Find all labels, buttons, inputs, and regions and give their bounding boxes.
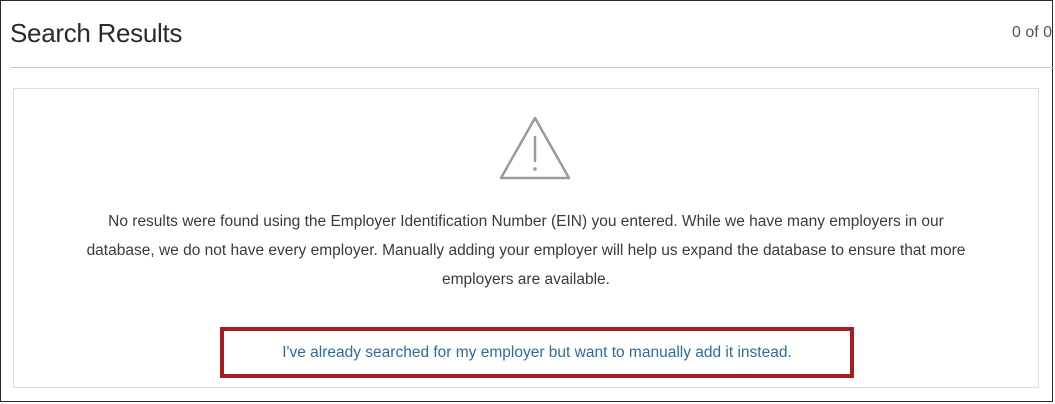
results-count: 0 of 0 [1011, 24, 1052, 41]
page-title: Search Results [10, 18, 183, 48]
search-results-header: Search Results 0 of 0 [10, 0, 1054, 68]
no-results-message: No results were found using the Employer… [86, 213, 966, 288]
manual-add-employer-link[interactable]: I've already searched for my employer bu… [224, 331, 850, 374]
no-results-panel: No results were found using the Employer… [13, 88, 1039, 388]
warning-triangle-icon [498, 115, 572, 181]
highlight-box: I've already searched for my employer bu… [220, 327, 854, 378]
